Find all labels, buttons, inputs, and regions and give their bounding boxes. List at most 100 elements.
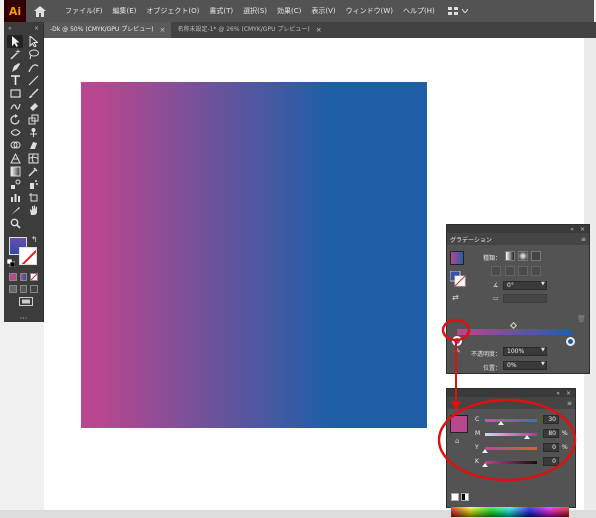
stroke-gradient-button-2[interactable] [505,266,515,276]
app-logo[interactable]: Ai [4,0,26,22]
default-colors-icon[interactable] [7,259,15,267]
reverse-gradient-icon[interactable]: ⇄ [452,293,459,302]
black-white-swatch[interactable] [461,493,469,501]
perspective-grid-tool-icon[interactable] [7,152,23,165]
current-color-swatch[interactable] [450,415,468,433]
menu-type[interactable]: 書式(T) [204,0,238,22]
panel-menu-icon[interactable]: ≡ [581,236,586,243]
puppet-warp-tool-icon[interactable] [25,126,41,139]
none-color-swatch[interactable] [451,493,459,501]
screen-mode-icon[interactable] [19,297,33,308]
menu-effect[interactable]: 効果(C) [272,0,306,22]
column-graph-tool-icon[interactable] [7,191,23,204]
menu-edit[interactable]: 編集(E) [108,0,142,22]
black-slider-thumb[interactable] [482,463,488,467]
gradient-fill-stroke-icon[interactable] [450,271,466,287]
eyedropper-tool-icon[interactable] [25,165,41,178]
collapse-icon[interactable]: « [8,25,12,32]
yellow-slider-thumb[interactable] [482,449,488,453]
menu-window[interactable]: ウィンドウ(W) [341,0,398,22]
close-icon[interactable]: × [566,390,571,397]
linear-gradient-button[interactable] [505,251,515,261]
eraser-tool-icon[interactable] [25,100,41,113]
radial-gradient-button[interactable] [518,251,528,261]
paintbrush-tool-icon[interactable] [25,87,41,100]
delete-stop-icon[interactable]: 🗑 [577,315,586,323]
draw-behind-icon[interactable] [19,285,28,293]
cyan-value[interactable]: 30 [543,415,559,424]
draw-inside-icon[interactable] [30,285,39,293]
menu-select[interactable]: 選択(S) [238,0,272,22]
menu-object[interactable]: オブジェクト(O) [141,0,204,22]
gradient-panel-title[interactable]: グラデーション [450,235,492,244]
gradient-preview-swatch[interactable] [450,251,464,265]
black-slider[interactable] [485,461,537,464]
menu-file[interactable]: ファイル(F) [60,0,108,22]
eyedropper-icon[interactable]: ✎ [455,347,461,355]
menu-view[interactable]: 表示(V) [306,0,340,22]
edit-toolbar-icon[interactable]: ··· [4,314,43,323]
chevron-down-icon[interactable]: ▼ [541,281,545,287]
yellow-slider[interactable] [485,447,537,450]
chevron-down-icon[interactable]: ▼ [541,361,545,367]
line-tool-icon[interactable] [25,74,41,87]
color-spectrum[interactable] [451,507,569,517]
close-icon[interactable]: × [316,22,322,38]
tab-document-1[interactable]: -Dk @ 50% (CMYK/GPU プレビュー) × [44,22,172,38]
gradient-rectangle[interactable] [81,82,427,428]
artboard-tool-icon[interactable] [25,191,41,204]
out-of-gamut-icon[interactable]: ⌂ [455,437,459,445]
width-tool-icon[interactable] [7,126,23,139]
direct-selection-tool-icon[interactable] [25,35,41,48]
aspect-ratio-field[interactable] [503,294,547,303]
pen-tool-icon[interactable] [7,61,23,74]
rectangle-tool-icon[interactable] [7,87,23,100]
draw-normal-icon[interactable] [9,285,17,293]
workspace-switcher[interactable] [447,7,468,15]
mesh-tool-icon[interactable] [25,152,41,165]
panel-menu-icon[interactable]: ≡ [567,400,572,407]
close-icon[interactable]: × [160,22,166,38]
freeform-gradient-button[interactable] [531,251,541,261]
blend-tool-icon[interactable] [7,178,23,191]
lasso-tool-icon[interactable] [25,48,41,61]
curvature-tool-icon[interactable] [25,61,41,74]
home-icon[interactable] [30,0,50,22]
slice-tool-icon[interactable] [7,204,23,217]
selection-tool-icon[interactable] [7,35,23,48]
hand-tool-icon[interactable] [25,204,41,217]
menu-help[interactable]: ヘルプ(H) [398,0,440,22]
close-icon[interactable]: × [34,25,39,32]
stroke-swatch[interactable] [19,247,37,265]
shaper-tool-icon[interactable] [7,100,23,113]
magic-wand-tool-icon[interactable] [7,48,23,61]
stroke-gradient-button-1[interactable] [491,266,501,276]
gradient-stop-start[interactable] [452,336,462,346]
shape-builder-tool-icon[interactable] [7,139,23,152]
yellow-value[interactable]: 0 [543,443,559,452]
collapse-icon[interactable]: « [556,390,560,397]
live-paint-tool-icon[interactable] [25,139,41,152]
symbol-sprayer-tool-icon[interactable] [25,178,41,191]
cyan-slider-thumb[interactable] [497,421,504,425]
swap-fill-stroke-icon[interactable]: ↰ [31,235,38,244]
cyan-slider[interactable] [485,419,537,422]
none-mode-button[interactable] [30,273,39,281]
stroke-gradient-button-3[interactable] [518,266,528,276]
close-icon[interactable]: × [580,226,585,233]
magenta-value[interactable]: 80 [543,429,559,438]
gradient-slider[interactable] [457,329,572,335]
chevron-down-icon[interactable]: ▼ [541,347,545,353]
tools-panel-grip[interactable]: « × [4,22,43,34]
type-tool-icon[interactable] [7,74,23,87]
stroke-gradient-button-4[interactable] [531,266,541,276]
gradient-mode-button[interactable] [19,273,28,281]
rotate-tool-icon[interactable] [7,113,23,126]
gradient-tool-icon[interactable] [7,165,23,178]
magenta-slider-thumb[interactable] [523,435,530,439]
zoom-tool-icon[interactable] [7,217,23,230]
collapse-icon[interactable]: « [570,226,574,233]
black-value[interactable]: 0 [543,457,559,466]
gradient-stop-end[interactable] [566,337,575,346]
scale-tool-icon[interactable] [25,113,41,126]
